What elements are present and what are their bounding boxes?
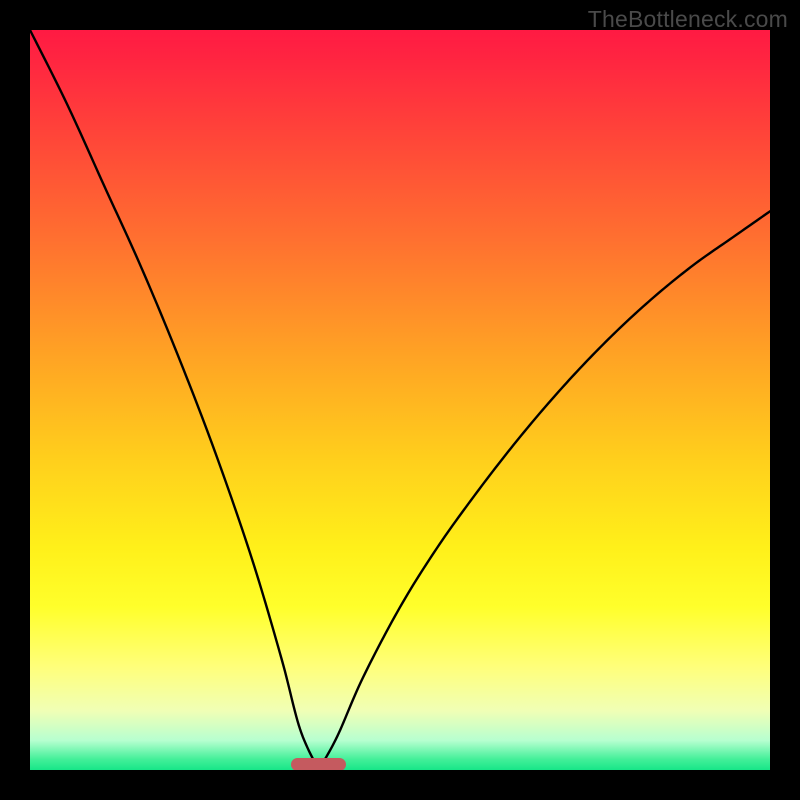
- optimal-range-marker: [291, 758, 347, 770]
- curve-layer: [30, 30, 770, 770]
- plot-area: [30, 30, 770, 770]
- watermark-text: TheBottleneck.com: [588, 6, 788, 33]
- bottleneck-curve: [30, 30, 770, 770]
- chart-stage: TheBottleneck.com: [0, 0, 800, 800]
